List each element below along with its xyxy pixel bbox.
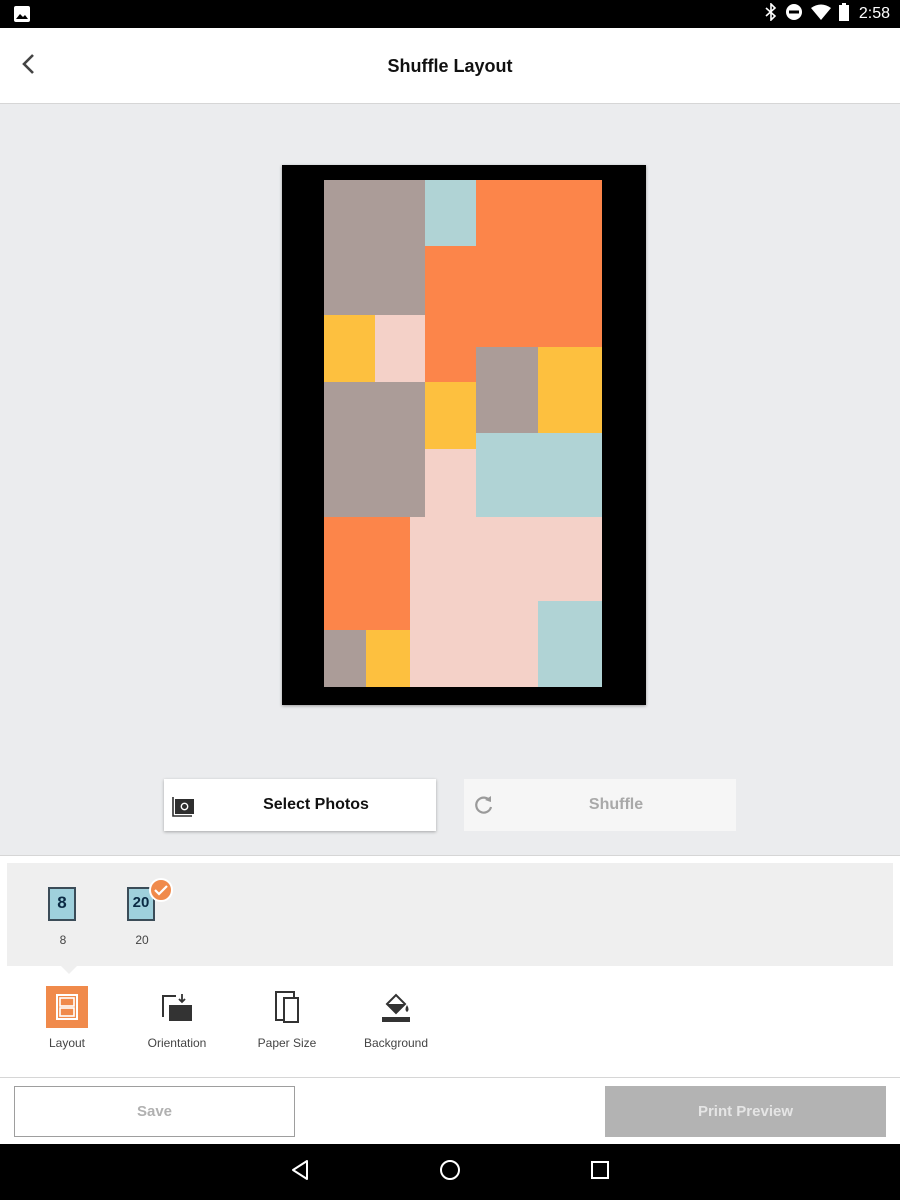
- collage-cell[interactable]: [538, 601, 602, 687]
- tool-orientation[interactable]: Orientation: [127, 986, 227, 1056]
- back-triangle-icon: [289, 1159, 311, 1186]
- tool-label: Paper Size: [257, 1036, 317, 1050]
- collage-cell[interactable]: [425, 382, 476, 449]
- nav-back-button[interactable]: [282, 1154, 318, 1190]
- collage-cell[interactable]: [324, 517, 410, 630]
- collage-cell[interactable]: [425, 449, 476, 517]
- print-preview-button[interactable]: Print Preview: [605, 1086, 886, 1137]
- collage-cell[interactable]: [476, 180, 602, 347]
- paint-bucket-icon: [375, 986, 417, 1028]
- tool-label: Orientation: [147, 1036, 207, 1050]
- collage-cell[interactable]: [410, 517, 538, 687]
- paper-size-icon: [266, 986, 308, 1028]
- layout-icon: [46, 986, 88, 1028]
- collage-cell[interactable]: [476, 347, 538, 433]
- collage-cell[interactable]: [324, 630, 366, 687]
- collage-cell[interactable]: [324, 180, 425, 315]
- home-circle-icon: [439, 1159, 461, 1186]
- collage-cell[interactable]: [366, 630, 410, 687]
- wifi-icon: [810, 4, 831, 25]
- collage-cell[interactable]: [425, 180, 476, 246]
- tool-layout[interactable]: Layout: [17, 986, 117, 1056]
- page-title: Shuffle Layout: [387, 56, 513, 76]
- do-not-disturb-icon: [785, 3, 803, 26]
- clock-time: 2:58: [858, 5, 890, 22]
- recents-square-icon: [590, 1160, 610, 1185]
- bluetooth-icon: [765, 1, 777, 26]
- nav-recents-button[interactable]: [582, 1154, 618, 1190]
- status-bar: 2:58: [0, 0, 900, 28]
- collage-cell[interactable]: [324, 382, 425, 517]
- collage-cell[interactable]: [375, 315, 425, 382]
- orientation-icon: [156, 986, 198, 1028]
- select-photos-label: Select Photos: [263, 796, 369, 813]
- navigation-bar: [0, 1144, 900, 1200]
- save-button[interactable]: Save: [14, 1086, 295, 1137]
- collage-cell[interactable]: [425, 315, 476, 382]
- tool-background[interactable]: Background: [346, 986, 446, 1056]
- layout-option-8[interactable]: 8 8: [33, 879, 93, 959]
- layout-thumbnail: 8: [48, 887, 76, 921]
- tool-label: Background: [363, 1036, 429, 1050]
- tool-label: Layout: [48, 1036, 86, 1050]
- tray-pointer: [61, 966, 77, 974]
- image-icon: [14, 6, 30, 22]
- collage-cell[interactable]: [538, 433, 602, 517]
- footer-divider: [0, 1077, 900, 1078]
- bottom-panel: 8 8 20 20 Layout Orientation Paper Size: [0, 855, 900, 1144]
- collage-canvas[interactable]: [282, 165, 646, 705]
- tool-paper-size[interactable]: Paper Size: [237, 986, 337, 1056]
- app-bar: Shuffle Layout: [0, 28, 900, 104]
- layout-thumb-number: 20: [132, 894, 150, 911]
- collage-cell[interactable]: [324, 315, 375, 382]
- layout-option-label: 20: [135, 933, 149, 947]
- collage-cell[interactable]: [538, 517, 602, 601]
- shuffle-label: Shuffle: [588, 796, 644, 813]
- collage-cell[interactable]: [476, 433, 538, 517]
- nav-home-button[interactable]: [432, 1154, 468, 1190]
- collage-cell[interactable]: [425, 246, 476, 315]
- checkmark-icon: [149, 878, 173, 902]
- collage-cell[interactable]: [538, 347, 602, 433]
- shuffle-button[interactable]: Shuffle: [464, 779, 736, 831]
- battery-icon: [838, 2, 849, 26]
- refresh-icon: [472, 793, 496, 817]
- layout-thumb-number: 8: [57, 893, 67, 912]
- select-photos-button[interactable]: Select Photos: [164, 779, 436, 831]
- photo-library-icon: [172, 793, 196, 817]
- layout-option-label: 8: [59, 933, 67, 947]
- layout-options-tray: 8 8 20 20: [7, 863, 893, 966]
